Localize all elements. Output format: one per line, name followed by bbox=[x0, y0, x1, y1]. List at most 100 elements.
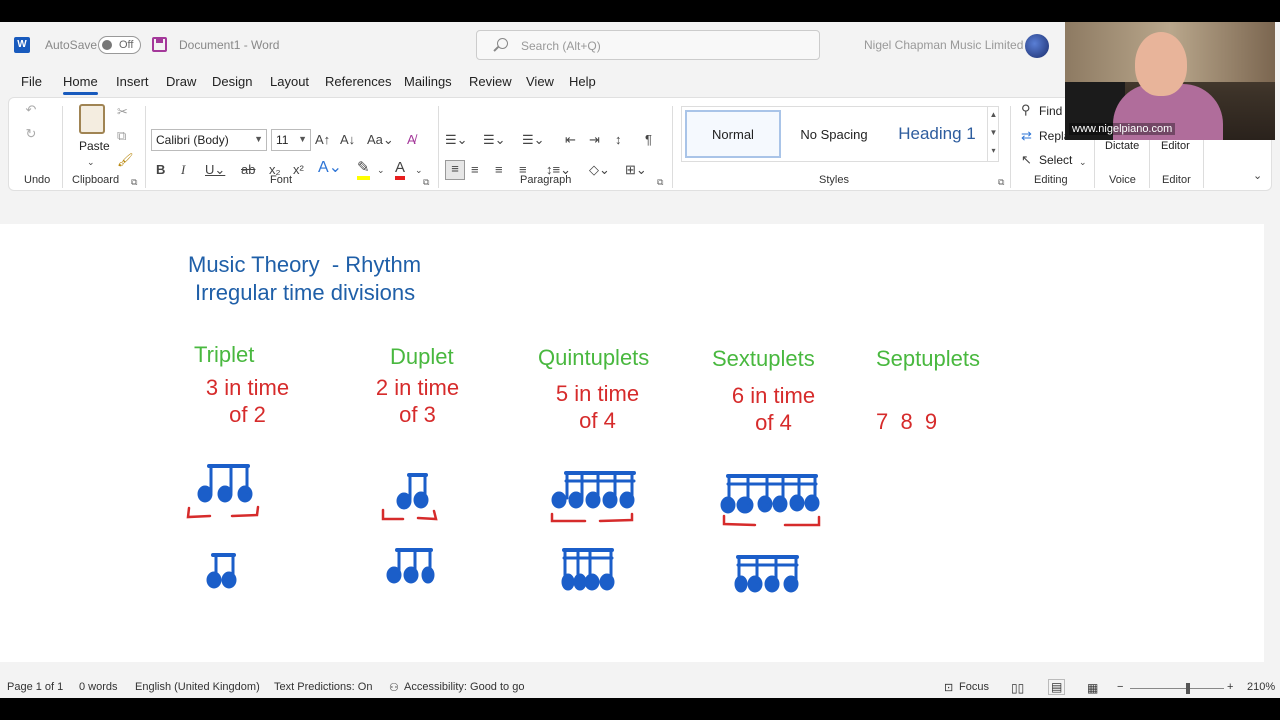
document-page[interactable]: Music Theory - Rhythm Irregular time div… bbox=[0, 224, 1264, 662]
styles-scroll[interactable]: ▲ ▼ ▾ bbox=[987, 106, 999, 162]
italic-icon[interactable]: I bbox=[181, 162, 185, 178]
select-button[interactable]: Select bbox=[1039, 153, 1072, 167]
underline-icon[interactable]: U⌄ bbox=[205, 162, 225, 178]
tab-layout[interactable]: Layout bbox=[270, 74, 309, 89]
tab-references[interactable]: References bbox=[325, 74, 391, 89]
account-name[interactable]: Nigel Chapman Music Limited bbox=[864, 38, 1023, 52]
sort-icon[interactable]: ↕ bbox=[615, 132, 622, 148]
word-count[interactable]: 0 words bbox=[79, 681, 118, 693]
tab-home[interactable]: Home bbox=[63, 74, 98, 95]
read-mode-icon[interactable]: ▯▯ bbox=[1011, 681, 1024, 695]
grow-font-icon[interactable]: A↑ bbox=[315, 132, 330, 148]
text-predictions[interactable]: Text Predictions: On bbox=[274, 681, 372, 693]
tab-file[interactable]: File bbox=[21, 74, 42, 89]
redo-icon[interactable]: ↻ bbox=[23, 126, 39, 142]
undo-icon[interactable]: ↶ bbox=[23, 102, 39, 118]
align-right-icon[interactable]: ≡ bbox=[495, 162, 503, 178]
font-name-combo[interactable]: Calibri (Body) ▼ bbox=[151, 129, 267, 151]
superscript-icon[interactable]: x² bbox=[293, 162, 304, 178]
chevron-down-icon: ▼ bbox=[298, 134, 307, 144]
web-layout-icon[interactable]: ▦ bbox=[1087, 681, 1098, 695]
zoom-in-icon[interactable]: + bbox=[1227, 681, 1233, 693]
multilevel-list-icon[interactable]: ☰⌄ bbox=[522, 132, 545, 148]
account-avatar[interactable] bbox=[1025, 34, 1049, 58]
tab-draw[interactable]: Draw bbox=[166, 74, 196, 89]
show-formatting-icon[interactable]: ¶ bbox=[645, 132, 652, 148]
copy-icon[interactable]: ⧉ bbox=[117, 128, 126, 144]
numbering-icon[interactable]: ☰⌄ bbox=[483, 132, 506, 148]
style-heading-1-label: Heading 1 bbox=[898, 124, 976, 143]
collapse-ribbon-icon[interactable]: ⌄ bbox=[1253, 168, 1262, 184]
style-heading-1[interactable]: Heading 1 bbox=[888, 110, 986, 158]
clear-formatting-icon[interactable]: A̸ bbox=[407, 132, 416, 148]
replace-icon[interactable]: ⇄ bbox=[1021, 128, 1032, 144]
bold-icon[interactable]: B bbox=[156, 162, 165, 178]
style-no-spacing-label: No Spacing bbox=[800, 126, 868, 142]
paragraph-launcher-icon[interactable]: ⧉ bbox=[657, 177, 663, 188]
word-logo-icon: W bbox=[14, 37, 30, 53]
style-normal[interactable]: Normal bbox=[685, 110, 781, 158]
tab-review[interactable]: Review bbox=[469, 74, 512, 89]
strikethrough-icon[interactable]: ab bbox=[241, 162, 255, 178]
style-no-spacing[interactable]: No Spacing bbox=[786, 110, 882, 158]
styles-launcher-icon[interactable]: ⧉ bbox=[998, 177, 1004, 188]
chevron-down-icon: ▼ bbox=[254, 134, 263, 144]
paste-dropdown-icon[interactable]: ⌄ bbox=[87, 154, 95, 170]
webcam-overlay: www.nigelpiano.com bbox=[1065, 22, 1275, 140]
text-effects-icon[interactable]: A⌄ bbox=[318, 160, 342, 176]
group-label-paragraph: Paragraph bbox=[520, 174, 572, 186]
shrink-font-icon[interactable]: A↓ bbox=[340, 132, 355, 148]
chevron-down-icon[interactable]: ⌄ bbox=[1079, 154, 1087, 170]
style-normal-label: Normal bbox=[712, 126, 754, 142]
document-name: Document1 - Word bbox=[179, 38, 280, 52]
separator bbox=[62, 106, 63, 188]
find-button[interactable]: Find bbox=[1039, 104, 1062, 118]
borders-icon[interactable]: ⊞⌄ bbox=[625, 162, 647, 178]
chevron-down-icon[interactable]: ⌄ bbox=[377, 162, 385, 178]
zoom-slider-thumb[interactable] bbox=[1186, 683, 1190, 694]
paste-icon[interactable] bbox=[79, 104, 105, 134]
tab-view[interactable]: View bbox=[526, 74, 554, 89]
font-launcher-icon[interactable]: ⧉ bbox=[423, 177, 429, 188]
group-label-undo: Undo bbox=[24, 174, 51, 186]
change-case-icon[interactable]: Aa⌄ bbox=[367, 132, 394, 148]
focus-button[interactable]: Focus bbox=[959, 681, 989, 693]
highlight-icon[interactable]: ✎ bbox=[357, 160, 370, 180]
zoom-level[interactable]: 210% bbox=[1247, 681, 1275, 693]
editor-button[interactable]: Editor bbox=[1161, 140, 1190, 152]
print-layout-icon[interactable]: ▤ bbox=[1048, 679, 1066, 695]
chevron-down-icon[interactable]: ⌄ bbox=[415, 162, 423, 178]
tab-help[interactable]: Help bbox=[569, 74, 596, 89]
paste-label[interactable]: Paste bbox=[79, 139, 110, 153]
format-painter-icon[interactable]: 🖌 bbox=[117, 152, 134, 168]
shading-icon[interactable]: ◇⌄ bbox=[589, 162, 610, 178]
select-icon[interactable]: ↖ bbox=[1021, 152, 1032, 168]
decrease-indent-icon[interactable]: ⇤ bbox=[565, 132, 576, 148]
search-box[interactable]: Search (Alt+Q) bbox=[476, 30, 820, 60]
triplet-bracket bbox=[186, 505, 260, 519]
webcam-caption: www.nigelpiano.com bbox=[1069, 123, 1176, 135]
font-size-combo[interactable]: 11 ▼ bbox=[271, 129, 311, 151]
language[interactable]: English (United Kingdom) bbox=[135, 681, 260, 693]
autosave-label: AutoSave bbox=[45, 38, 98, 52]
separator bbox=[145, 106, 146, 188]
group-label-styles: Styles bbox=[819, 174, 849, 186]
tab-insert[interactable]: Insert bbox=[116, 74, 149, 89]
tab-design[interactable]: Design bbox=[212, 74, 252, 89]
find-icon[interactable]: ⚲ bbox=[1021, 102, 1031, 118]
font-color-icon[interactable]: A bbox=[395, 160, 406, 180]
page-count[interactable]: Page 1 of 1 bbox=[7, 681, 63, 693]
bullets-icon[interactable]: ☰⌄ bbox=[445, 132, 468, 148]
zoom-out-icon[interactable]: − bbox=[1117, 681, 1123, 693]
accessibility-status[interactable]: Accessibility: Good to go bbox=[404, 681, 524, 693]
save-icon[interactable] bbox=[152, 37, 167, 52]
align-left-icon[interactable]: ≡ bbox=[445, 160, 465, 180]
autosave-toggle[interactable]: Off bbox=[98, 36, 141, 54]
increase-indent-icon[interactable]: ⇥ bbox=[589, 132, 600, 148]
cut-icon[interactable]: ✂ bbox=[117, 104, 128, 120]
align-center-icon[interactable]: ≡ bbox=[471, 162, 479, 178]
dictate-button[interactable]: Dictate bbox=[1105, 140, 1139, 152]
clipboard-launcher-icon[interactable]: ⧉ bbox=[131, 177, 137, 188]
zoom-slider[interactable] bbox=[1130, 683, 1224, 694]
tab-mailings[interactable]: Mailings bbox=[404, 74, 452, 89]
